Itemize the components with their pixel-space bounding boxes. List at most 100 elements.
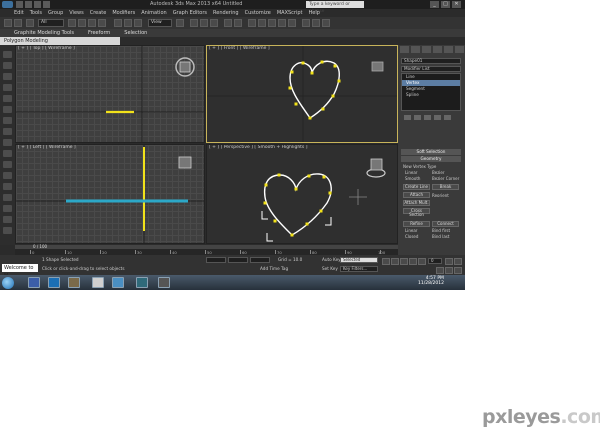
create-tab-icon[interactable] — [400, 46, 409, 53]
remove-modifier-icon[interactable] — [434, 115, 441, 120]
key-filters-button[interactable]: Key Filters... — [340, 266, 378, 272]
render-production-icon[interactable] — [322, 19, 330, 27]
search-input[interactable]: Type a keyword or phrase — [306, 1, 364, 14]
tool-icon[interactable] — [3, 205, 12, 212]
rendered-frame-icon[interactable] — [312, 19, 320, 27]
zoom-all-icon[interactable] — [454, 258, 462, 265]
align-icon[interactable] — [234, 19, 242, 27]
utilities-tab-icon[interactable] — [455, 46, 464, 53]
reference-coordinate-dropdown[interactable]: View — [148, 19, 172, 27]
start-button[interactable] — [2, 277, 14, 289]
zoom-icon[interactable] — [445, 258, 453, 265]
radio-linear[interactable]: Linear — [405, 170, 417, 175]
menu-tools[interactable]: Tools — [30, 9, 42, 17]
ie-taskbar-icon[interactable] — [48, 277, 60, 288]
tool-icon[interactable] — [3, 117, 12, 124]
select-move-icon[interactable] — [114, 19, 122, 27]
menu-help[interactable]: Help — [309, 9, 320, 17]
linear-checkbox[interactable]: Linear — [405, 228, 417, 233]
close-button[interactable]: ✕ — [452, 1, 461, 8]
closed-checkbox[interactable]: Closed — [405, 234, 418, 239]
radio-bezier-corner[interactable]: Bezier Corner — [432, 176, 459, 181]
hierarchy-tab-icon[interactable] — [422, 46, 431, 53]
menu-group[interactable]: Group — [48, 9, 63, 17]
pivot-icon[interactable] — [176, 19, 184, 27]
tool-icon[interactable] — [3, 73, 12, 80]
tool-icon[interactable] — [3, 106, 12, 113]
menu-graph-editors[interactable]: Graph Editors — [173, 9, 207, 17]
viewport-top[interactable]: [ + ] [ Top ] [ Wireframe ] — [15, 45, 205, 143]
mirror-icon[interactable] — [224, 19, 232, 27]
minimize-button[interactable]: _ — [430, 1, 439, 8]
tool-icon[interactable] — [3, 194, 12, 201]
photoshop-taskbar-icon[interactable] — [28, 277, 40, 288]
menu-edit[interactable]: Edit — [14, 9, 24, 17]
curve-editor-icon[interactable] — [268, 19, 276, 27]
tool-icon[interactable] — [3, 84, 12, 91]
viewport-perspective[interactable]: [ + ] [ Perspective ] [ Smooth + Highlig… — [206, 144, 398, 244]
tool-icon[interactable] — [3, 95, 12, 102]
break-button[interactable]: Break — [432, 184, 459, 190]
select-object-icon[interactable] — [68, 19, 76, 27]
layer-manager-icon[interactable] — [248, 19, 256, 27]
show-end-result-icon[interactable] — [414, 115, 421, 120]
y-coordinate-field[interactable] — [228, 257, 248, 263]
z-coordinate-field[interactable] — [250, 257, 270, 263]
radio-bezier[interactable]: Bezier — [432, 170, 445, 175]
attach-button[interactable]: Attach — [403, 192, 430, 198]
graphite-toggle-icon[interactable] — [258, 19, 266, 27]
motion-tab-icon[interactable] — [433, 46, 442, 53]
soft-selection-rollout[interactable]: Soft Selection — [401, 149, 461, 155]
previous-frame-icon[interactable] — [391, 258, 399, 265]
select-scale-icon[interactable] — [134, 19, 142, 27]
create-line-button[interactable]: Create Line — [403, 184, 430, 190]
refine-button[interactable]: Refine — [403, 221, 430, 227]
maxscript-listener-input[interactable]: Welcome to M — [2, 264, 38, 279]
display-tab-icon[interactable] — [444, 46, 453, 53]
goto-start-icon[interactable] — [382, 258, 390, 265]
configure-modifier-sets-icon[interactable] — [444, 115, 451, 120]
play-icon[interactable] — [400, 258, 408, 265]
new-file-icon[interactable] — [16, 1, 23, 8]
tool-icon[interactable] — [3, 227, 12, 234]
tool-icon[interactable] — [3, 161, 12, 168]
menu-create[interactable]: Create — [90, 9, 107, 17]
tab-graphite-modeling-tools[interactable]: Graphite Modeling Tools — [14, 29, 74, 37]
modify-tab-icon[interactable] — [411, 46, 420, 53]
3dsmax-taskbar-icon[interactable] — [158, 277, 170, 288]
stack-item-spline[interactable]: Spline — [402, 92, 460, 98]
open-file-icon[interactable] — [25, 1, 32, 8]
material-editor-icon[interactable] — [288, 19, 296, 27]
pin-stack-icon[interactable] — [404, 115, 411, 120]
tool-icon[interactable] — [3, 183, 12, 190]
x-coordinate-field[interactable] — [206, 257, 226, 263]
tool-icon[interactable] — [3, 128, 12, 135]
maximize-viewport-icon[interactable] — [454, 267, 462, 274]
skype-taskbar-icon[interactable] — [136, 277, 148, 288]
next-frame-icon[interactable] — [409, 258, 417, 265]
cross-section-button[interactable]: Cross Section — [403, 208, 430, 217]
snaps-toggle-icon[interactable] — [190, 19, 198, 27]
select-by-name-icon[interactable] — [78, 19, 86, 27]
connect-button[interactable]: Connect — [432, 221, 459, 227]
undo-icon[interactable] — [43, 1, 50, 8]
ribbon-panel-label[interactable]: Polygon Modeling — [0, 37, 120, 45]
set-key-button[interactable]: Set Key — [322, 266, 338, 271]
explorer-taskbar-icon[interactable] — [68, 277, 80, 288]
bind-first-checkbox[interactable]: Bind first — [432, 228, 450, 233]
menu-maxscript[interactable]: MAXScript — [277, 9, 303, 17]
select-rotate-icon[interactable] — [124, 19, 132, 27]
tab-freeform[interactable]: Freeform — [88, 29, 110, 37]
link-icon[interactable] — [26, 19, 34, 27]
make-unique-icon[interactable] — [424, 115, 431, 120]
menu-rendering[interactable]: Rendering — [213, 9, 239, 17]
reorient-checkbox[interactable]: Reorient — [432, 193, 449, 198]
viewport-left[interactable]: [ + ] [ Left ] [ Wireframe ] — [15, 144, 205, 244]
redo-button[interactable] — [14, 19, 22, 27]
menu-customize[interactable]: Customize — [245, 9, 271, 17]
menu-modifiers[interactable]: Modifiers — [112, 9, 135, 17]
radio-smooth[interactable]: Smooth — [405, 176, 420, 181]
pan-view-icon[interactable] — [436, 267, 444, 274]
undo-button[interactable] — [4, 19, 12, 27]
tool-icon[interactable] — [3, 216, 12, 223]
